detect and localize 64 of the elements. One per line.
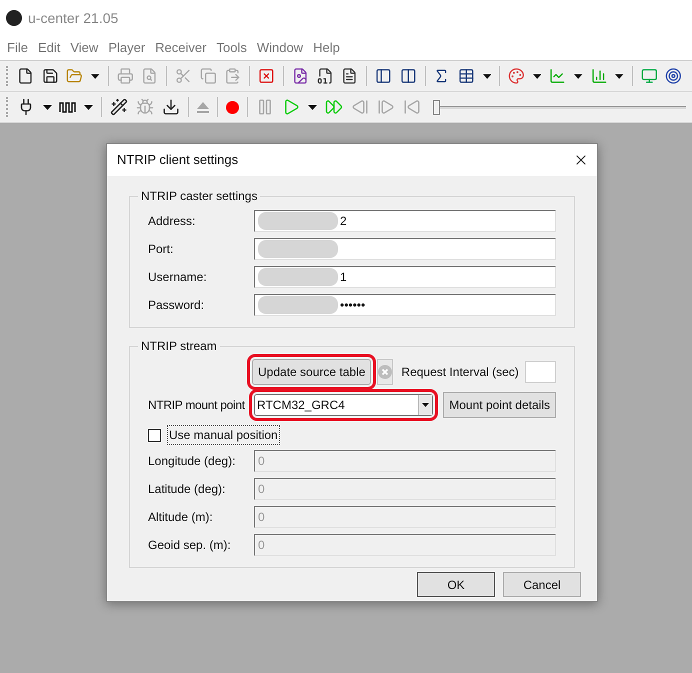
mount-point-details-button[interactable]: Mount point details xyxy=(443,392,556,418)
checkbox-label[interactable]: Use manual position xyxy=(167,425,280,445)
menu-item[interactable]: Tools xyxy=(211,38,252,58)
menu-item[interactable]: File xyxy=(2,38,33,58)
menu-item[interactable]: Edit xyxy=(32,38,66,58)
binary-document-icon[interactable] xyxy=(316,67,334,85)
line-chart-icon[interactable] xyxy=(549,67,566,85)
checkbox[interactable] xyxy=(148,428,161,442)
menu-item[interactable]: Help xyxy=(308,38,345,58)
field-label: Longitude (deg): xyxy=(148,453,236,470)
download-icon[interactable] xyxy=(162,98,180,116)
text-field[interactable]: 2 xyxy=(254,210,556,232)
menu-item[interactable]: View xyxy=(65,38,104,58)
split-panel-icon[interactable] xyxy=(400,67,416,85)
text-field[interactable] xyxy=(254,238,556,260)
field-label: Altitude (m): xyxy=(148,509,214,526)
dialog-title: NTRIP client settings xyxy=(117,151,238,170)
clear-icon[interactable] xyxy=(258,67,275,85)
group-title: NTRIP caster settings xyxy=(138,189,260,203)
request-interval-field[interactable] xyxy=(524,361,556,383)
dropdown-caret-icon[interactable] xyxy=(533,74,542,78)
palette-icon[interactable] xyxy=(508,67,525,85)
dropdown-caret-icon xyxy=(422,403,430,407)
playback-slider[interactable] xyxy=(433,100,686,114)
group-title: NTRIP stream xyxy=(138,339,220,353)
save-icon[interactable] xyxy=(42,67,58,85)
text-document-icon[interactable] xyxy=(341,67,358,85)
mount-point-label: NTRIP mount point xyxy=(148,397,246,414)
text-field[interactable]: 1 xyxy=(254,266,556,288)
dropdown-caret-icon[interactable] xyxy=(91,74,100,78)
cancel-circle-icon xyxy=(378,365,392,379)
dropdown-caret-icon[interactable] xyxy=(308,104,317,110)
menu-item[interactable]: Receiver xyxy=(150,38,212,58)
new-file-icon[interactable] xyxy=(16,67,34,85)
field-label: Password: xyxy=(148,297,206,314)
dropdown-caret-icon[interactable] xyxy=(84,104,93,110)
window-title: u-center 21.05 xyxy=(28,8,118,28)
menu-item[interactable]: Player xyxy=(103,38,150,58)
menu-item[interactable]: Window xyxy=(252,38,308,58)
request-interval-label: Request Interval (sec) xyxy=(401,364,519,381)
target-icon[interactable] xyxy=(665,67,682,85)
slider-thumb[interactable] xyxy=(433,100,440,114)
text-field[interactable]: •••••• xyxy=(254,294,556,316)
wand-icon[interactable] xyxy=(110,98,128,116)
field-label: Port: xyxy=(148,241,174,258)
dropdown-caret-icon[interactable] xyxy=(43,104,52,110)
square-wave-icon[interactable] xyxy=(59,101,77,113)
field-label: Address: xyxy=(148,213,196,230)
field-label: Username: xyxy=(148,269,208,286)
field-label: Geoid sep. (m): xyxy=(148,537,232,554)
monitor-icon[interactable] xyxy=(640,67,658,85)
record-icon[interactable] xyxy=(226,100,239,114)
dialog-button[interactable]: Cancel xyxy=(503,572,581,597)
field-label: Latitude (deg): xyxy=(148,481,226,498)
dropdown-caret-icon[interactable] xyxy=(615,74,624,78)
dropdown-caret-icon[interactable] xyxy=(574,74,582,78)
image-document-icon[interactable] xyxy=(292,67,309,85)
table-icon[interactable] xyxy=(458,67,475,85)
dialog-button[interactable]: OK xyxy=(417,572,495,597)
bar-chart-icon[interactable] xyxy=(590,67,608,85)
app-logo-icon xyxy=(6,10,22,26)
panel-icon[interactable] xyxy=(375,67,392,85)
dropdown-caret-icon[interactable] xyxy=(482,74,492,78)
folder-icon[interactable] xyxy=(66,67,84,85)
